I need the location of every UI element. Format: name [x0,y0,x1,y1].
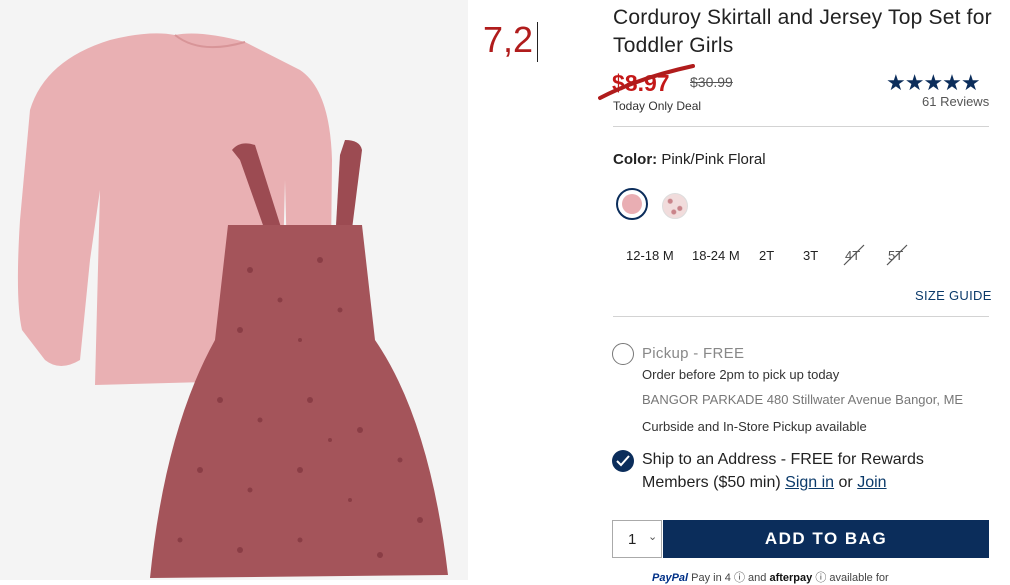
size-option[interactable]: 12-18 M [626,248,674,263]
and-text: and [748,572,767,584]
afterpay-logo: afterpay [769,572,813,584]
swatch-pink-floral[interactable] [662,193,688,219]
info-icon[interactable]: ⓘ [815,572,826,584]
store-city: Bangor, ME [895,392,964,407]
or-text: or [838,474,853,491]
curbside-note: Curbside and In-Store Pickup available [642,419,867,434]
ship-label[interactable]: Ship to an Address - FREE for Rewards [642,451,924,469]
pickup-subtext: Order before 2pm to pick up today [642,367,840,382]
product-title: Corduroy Skirtall and Jersey Top Set for… [613,6,992,57]
store-name: BANGOR PARKADE [642,392,764,407]
pickup-radio[interactable] [612,343,634,365]
ship-checkbox[interactable] [612,450,634,472]
divider [613,316,989,317]
color-value: Pink/Pink Floral [661,151,766,168]
size-guide-link[interactable]: SIZE GUIDE [915,288,992,303]
paypal-text: Pay in 4 [691,572,731,584]
ship-members-text: Members ($50 min) [642,474,781,491]
quantity-value: 1 [628,531,637,548]
deal-label: Today Only Deal [613,99,702,113]
rating-stars[interactable]: ★★★★★ [886,70,981,96]
annotation-text: 7,2 [483,19,534,60]
checkmark-icon [616,455,630,467]
size-option[interactable]: 2T [759,248,774,263]
payment-options-line: PayPal Pay in 4 ⓘ and afterpay ⓘ availab… [652,569,889,585]
available-text: available for [829,572,889,584]
size-option[interactable]: 18-24 M [692,248,740,263]
paypal-logo: PayPal [652,572,689,584]
price-scribble-mark [598,64,695,100]
size-option[interactable]: 3T [803,248,818,263]
store-street: 480 Stillwater Avenue [766,392,892,407]
size-option-unavailable[interactable]: 4T [843,244,865,266]
size-option-unavailable[interactable]: 5T [886,244,908,266]
pickup-label[interactable]: Pickup - FREE [642,345,744,362]
quantity-select[interactable]: 1 ⌄ [612,520,662,558]
info-icon[interactable]: ⓘ [734,572,745,584]
original-price: $30.99 [690,74,733,90]
color-label: Color: [613,151,658,168]
chevron-down-icon: ⌄ [648,531,658,543]
sign-in-link[interactable]: Sign in [785,474,834,491]
join-link[interactable]: Join [857,474,886,491]
text-caret [537,22,538,62]
ship-label-line2: Members ($50 min) Sign in or Join [642,474,887,492]
unavailable-slash-icon [843,244,865,266]
swatch-pink[interactable] [616,188,648,220]
store-address[interactable]: BANGOR PARKADE 480 Stillwater Avenue Ban… [642,392,963,407]
product-image [0,0,468,580]
divider [613,126,989,127]
color-label-row: Color: Pink/Pink Floral [613,151,766,168]
add-to-bag-button[interactable]: ADD TO BAG [663,520,989,558]
unavailable-slash-icon [886,244,908,266]
reviews-link[interactable]: 61 Reviews [922,94,989,109]
